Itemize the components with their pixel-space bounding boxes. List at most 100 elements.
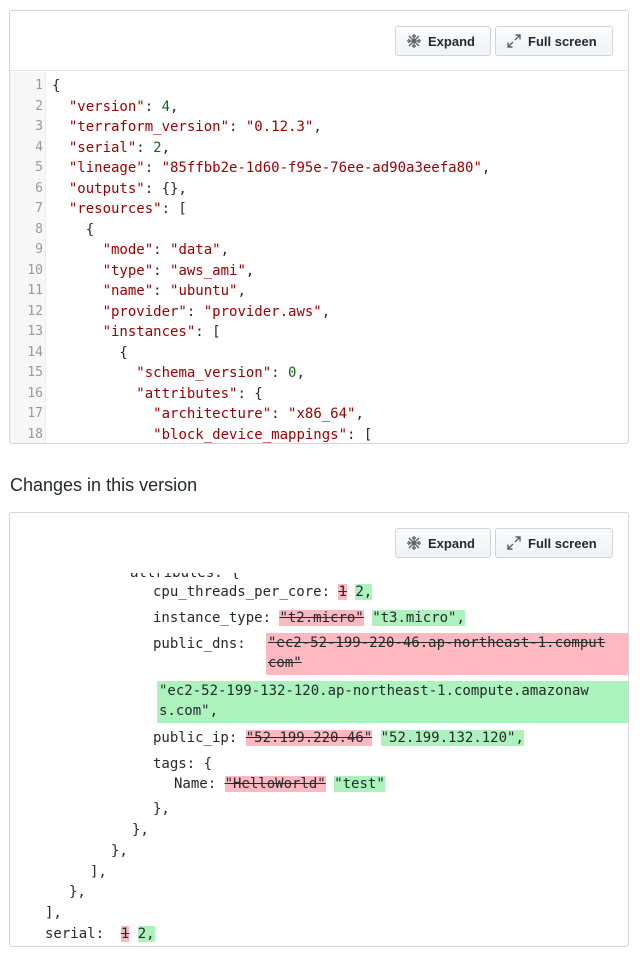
closing-brace: }, — [153, 801, 170, 817]
code-line: 4 "serial": 2, — [10, 138, 628, 158]
code-line: 2 "version": 4, — [10, 97, 628, 117]
code-text: "version": 4, — [68, 98, 179, 115]
changes-heading: Changes in this version — [10, 475, 198, 495]
fullscreen-icon — [506, 33, 528, 49]
removed-value: 1 — [120, 926, 130, 942]
line-number: 2 — [35, 98, 43, 114]
added-value: "t3.micro", — [372, 610, 465, 626]
fullscreen-label: Full screen — [528, 33, 597, 49]
code-text: { — [52, 221, 95, 238]
line-number: 15 — [27, 365, 43, 380]
code-text: "block_device_mappings": [ — [153, 426, 373, 443]
diff-key: instance_type: — [153, 610, 272, 626]
code-text: "lineage": "85ffbb2e-1d60-f95e-76ee-ad90… — [68, 160, 491, 176]
removed-value: "t2.micro" — [279, 610, 364, 626]
added-value: s.com", — [159, 703, 219, 719]
line-number: 16 — [27, 385, 43, 401]
diff-view: attributes: { cpu_threads_per_core: 1 2,… — [10, 573, 628, 946]
code-text: "attributes": { — [136, 385, 263, 402]
code-line: 18 "block_device_mappings": [ — [10, 425, 628, 444]
line-number: 13 — [27, 324, 43, 339]
added-value: 2, — [355, 584, 373, 600]
fullscreen-button[interactable]: Full screen — [495, 528, 613, 558]
line-number: 5 — [35, 160, 43, 175]
code-line: 12 "provider": "provider.aws", — [10, 302, 628, 322]
diff-line: serial: 1 2, — [45, 924, 155, 945]
code-line: 14 { — [10, 343, 628, 363]
code-line: 7 "resources": [ — [10, 199, 628, 219]
expand-icon — [406, 535, 428, 551]
code-line: 5 "lineage": "85ffbb2e-1d60-f95e-76ee-ad… — [10, 158, 628, 178]
expand-label: Expand — [428, 535, 475, 551]
file-toolbar: Expand Full screen — [10, 11, 628, 71]
added-block: "ec2-52-199-132-120.ap-northeast-1.compu… — [157, 681, 628, 723]
fullscreen-button[interactable]: Full screen — [495, 26, 613, 56]
code-text: "serial": 2, — [68, 139, 171, 156]
closing-bracket: ], — [90, 864, 107, 880]
diff-toolbar: Expand Full screen — [10, 513, 628, 573]
line-number: 11 — [27, 283, 43, 298]
diff-key: cpu_threads_per_core: — [153, 584, 331, 600]
removed-value: "ec2-52-199-220-46.ap-northeast-1.comput — [268, 635, 606, 651]
line-number: 4 — [35, 139, 43, 155]
diff-key: tags: { — [153, 756, 213, 772]
code-text: "name": "ubuntu", — [102, 283, 246, 299]
removed-value: com" — [268, 655, 302, 671]
closing-brace: }, — [132, 822, 149, 838]
code-text: "terraform_version": "0.12.3", — [68, 119, 322, 135]
expand-label: Expand — [428, 33, 475, 49]
fullscreen-label: Full screen — [528, 535, 597, 551]
line-number: 9 — [35, 242, 43, 257]
code-line: 10 "type": "aws_ami", — [10, 261, 628, 281]
line-number: 6 — [35, 180, 43, 196]
code-text: { — [52, 344, 128, 361]
state-file-panel: Expand Full screen 1{2 "version": 4, 3 "t… — [9, 10, 629, 444]
line-number: 12 — [27, 303, 43, 319]
code-line: 11 "name": "ubuntu", — [10, 281, 628, 301]
diff-line: public_ip: "52.199.220.46" "52.199.132.1… — [153, 728, 524, 749]
line-number: 14 — [27, 344, 43, 360]
fullscreen-icon — [506, 535, 528, 551]
line-number: 1 — [35, 78, 43, 93]
code-view: 1{2 "version": 4, 3 "terraform_version": … — [10, 72, 628, 443]
removed-value: "HelloWorld" — [224, 776, 326, 792]
added-value: 2, — [137, 926, 155, 942]
closing-brace: }, — [111, 843, 128, 859]
added-value: "52.199.132.120", — [380, 730, 524, 746]
code-line: 1{ — [10, 76, 628, 96]
code-text: "mode": "data", — [102, 242, 230, 258]
diff-key: public_ip: — [153, 730, 238, 746]
closing-brace: }, — [69, 884, 86, 900]
code-line: 6 "outputs": {}, — [10, 179, 628, 199]
code-text: "architecture": "x86_64", — [153, 406, 364, 422]
diff-key: public_dns: — [153, 636, 246, 652]
code-text: "type": "aws_ami", — [102, 262, 255, 279]
added-value: "ec2-52-199-132-120.ap-northeast-1.compu… — [159, 683, 589, 699]
removed-value: 1 — [338, 584, 347, 600]
changes-panel: Expand Full screen attributes: { cpu_thr… — [9, 512, 629, 947]
code-line: 3 "terraform_version": "0.12.3", — [10, 117, 628, 137]
code-text: "outputs": {}, — [68, 180, 187, 197]
line-number: 10 — [27, 262, 43, 278]
code-text: { — [52, 78, 61, 94]
expand-button[interactable]: Expand — [395, 528, 491, 558]
code-line: 8 { — [10, 220, 628, 240]
removed-block: "ec2-52-199-220-46.ap-northeast-1.comput… — [266, 633, 628, 675]
code-line: 16 "attributes": { — [10, 384, 628, 404]
expand-icon — [406, 33, 428, 49]
line-number: 18 — [27, 426, 43, 442]
added-value: "test" — [334, 776, 385, 792]
line-number: 7 — [35, 201, 43, 216]
code-text: "instances": [ — [102, 324, 221, 340]
closing-bracket: ], — [45, 905, 62, 921]
code-text: "provider": "provider.aws", — [102, 303, 331, 320]
diff-key: Name: — [174, 776, 217, 792]
code-line: 15 "schema_version": 0, — [10, 363, 628, 383]
code-line: 17 "architecture": "x86_64", — [10, 404, 628, 424]
expand-button[interactable]: Expand — [395, 26, 491, 56]
line-number: 3 — [35, 119, 43, 134]
code-line: 13 "instances": [ — [10, 322, 628, 342]
line-number: 17 — [27, 406, 43, 421]
diff-line: cpu_threads_per_core: 1 2, — [153, 582, 373, 603]
removed-value: "52.199.220.46" — [245, 730, 373, 746]
